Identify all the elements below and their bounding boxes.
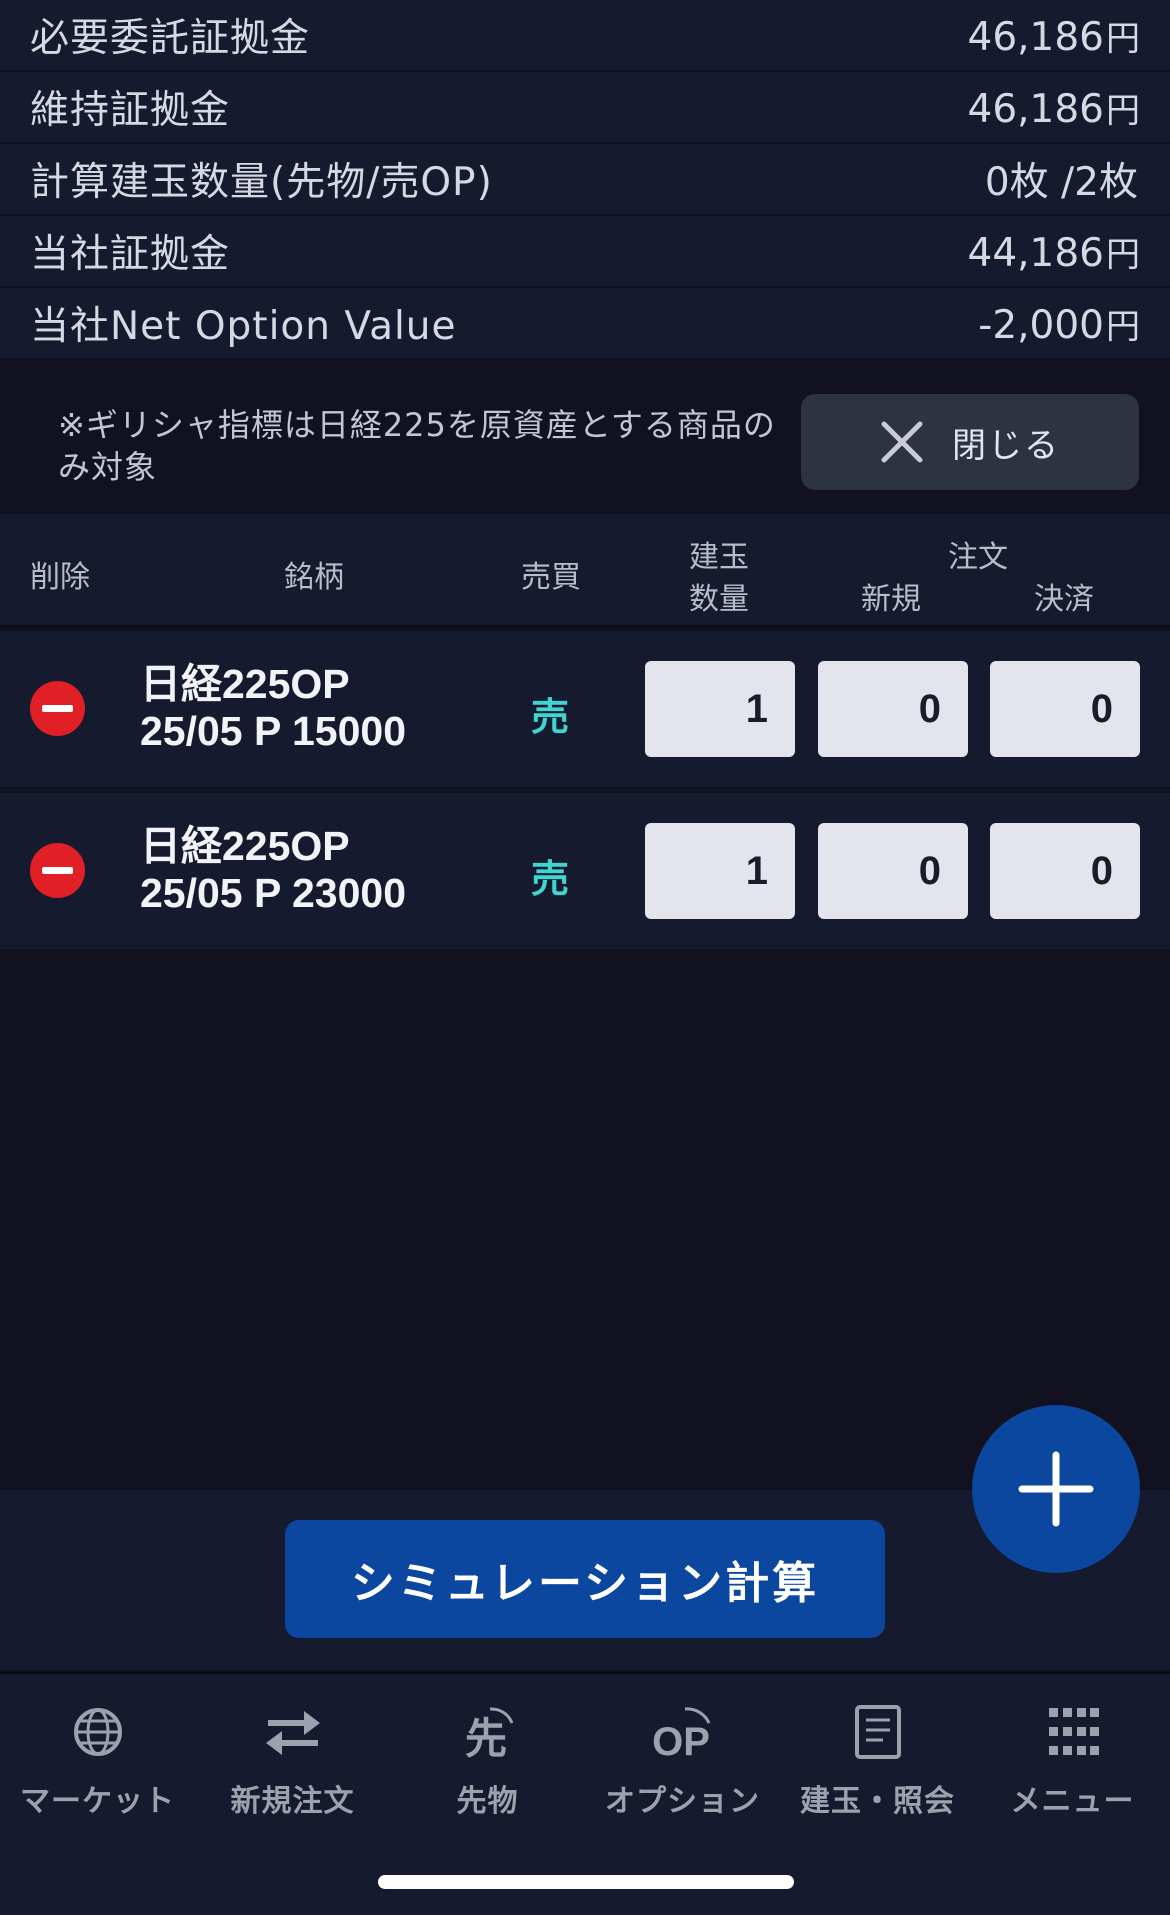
delete-row-button[interactable] (30, 843, 85, 898)
close-icon (881, 421, 923, 463)
futures-icon: 先 (464, 1707, 513, 1761)
svg-text:先: 先 (464, 1714, 506, 1761)
swap-arrows-icon (265, 1711, 320, 1755)
side-label: 売 (530, 857, 569, 901)
option-icon: OP (652, 1707, 710, 1761)
plus-icon (1018, 1451, 1094, 1527)
summary-label: 必要委託証拠金 (30, 16, 311, 61)
position-row: 日経225OP 25/05 P 15000 売 1 0 0 (0, 631, 1170, 787)
position-row: 日経225OP 25/05 P 23000 売 1 0 0 (0, 793, 1170, 949)
summary-row-required-margin: 必要委託証拠金 46,186円 (0, 0, 1170, 72)
greeks-note-text: ※ギリシャ指標は日経225を原資産とする商品のみ対象 (58, 406, 776, 486)
tab-market[interactable]: マーケット (0, 1694, 195, 1834)
summary-label: 当社証拠金 (30, 232, 231, 277)
new-order-quantity-input[interactable]: 0 (818, 823, 968, 919)
position-quantity-input[interactable]: 1 (645, 661, 795, 757)
instrument-name: 日経225OP 25/05 P 23000 (140, 823, 500, 917)
summary-label: 維持証拠金 (30, 88, 231, 133)
globe-icon (73, 1708, 122, 1756)
home-indicator[interactable] (378, 1875, 794, 1889)
tab-options[interactable]: OP オプション (585, 1694, 780, 1834)
header-position-line1: 建玉 (689, 540, 749, 575)
add-position-button[interactable] (972, 1405, 1140, 1573)
tab-futures[interactable]: 先 先物 (390, 1694, 585, 1834)
summary-value: 46,186円 (967, 14, 1140, 60)
margin-summary: 必要委託証拠金 46,186円 維持証拠金 46,186円 計算建玉数量(先物/… (0, 0, 1170, 360)
settle-order-quantity-input[interactable]: 0 (990, 661, 1140, 757)
tab-label: 先物 (456, 1784, 519, 1819)
svg-text:OP: OP (652, 1720, 710, 1761)
header-symbol: 銘柄 (284, 560, 344, 595)
instrument-name-line2: 25/05 P 15000 (140, 708, 406, 754)
settle-order-quantity-input[interactable]: 0 (990, 823, 1140, 919)
summary-row-net-option-value: 当社Net Option Value -2,000円 (0, 288, 1170, 360)
instrument-name-line2: 25/05 P 23000 (140, 870, 406, 916)
header-new: 新規 (861, 582, 921, 617)
close-button[interactable]: 閉じる (801, 394, 1139, 490)
summary-value: 0枚 /2枚 (984, 160, 1138, 205)
instrument-name: 日経225OP 25/05 P 15000 (140, 661, 500, 755)
position-quantity-input[interactable]: 1 (645, 823, 795, 919)
header-delete: 削除 (30, 560, 90, 595)
tab-label: オプション (605, 1784, 760, 1819)
summary-label: 計算建玉数量(先物/売OP) (30, 160, 493, 205)
summary-row-position-quantity: 計算建玉数量(先物/売OP) 0枚 /2枚 (0, 144, 1170, 216)
tab-label: 建玉・照会 (800, 1784, 955, 1819)
instrument-name-line1: 日経225OP (140, 661, 350, 707)
instrument-name-line1: 日経225OP (140, 823, 350, 869)
summary-value: -2,000円 (978, 302, 1140, 348)
header-settle: 決済 (1034, 582, 1094, 617)
new-order-quantity-input[interactable]: 0 (818, 661, 968, 757)
tab-label: 新規注文 (230, 1784, 355, 1819)
close-button-label: 閉じる (952, 425, 1060, 466)
side-label: 売 (530, 695, 569, 739)
tab-new-order[interactable]: 新規注文 (195, 1694, 390, 1834)
summary-label: 当社Net Option Value (30, 304, 457, 349)
header-side: 売買 (521, 560, 581, 595)
grid-menu-icon (1048, 1708, 1099, 1755)
greeks-note-bar: ※ギリシャ指標は日経225を原資産とする商品のみ対象 閉じる (0, 370, 1170, 512)
header-order: 注文 (948, 540, 1008, 575)
summary-value: 44,186円 (967, 230, 1140, 276)
tab-menu[interactable]: メニュー (975, 1694, 1170, 1834)
tab-label: メニュー (1010, 1784, 1135, 1819)
summary-row-company-margin: 当社証拠金 44,186円 (0, 216, 1170, 288)
tab-positions[interactable]: 建玉・照会 (780, 1694, 975, 1834)
summary-row-maintenance-margin: 維持証拠金 46,186円 (0, 72, 1170, 144)
summary-value: 46,186円 (967, 86, 1140, 132)
document-icon (854, 1705, 901, 1759)
simulate-button[interactable]: シミュレーション計算 (285, 1520, 885, 1638)
header-position-line2: 数量 (689, 582, 749, 617)
tab-label: マーケット (20, 1784, 175, 1819)
delete-row-button[interactable] (30, 681, 85, 736)
positions-table-header: 削除 銘柄 売買 建玉 数量 注文 新規 決済 (0, 514, 1170, 628)
